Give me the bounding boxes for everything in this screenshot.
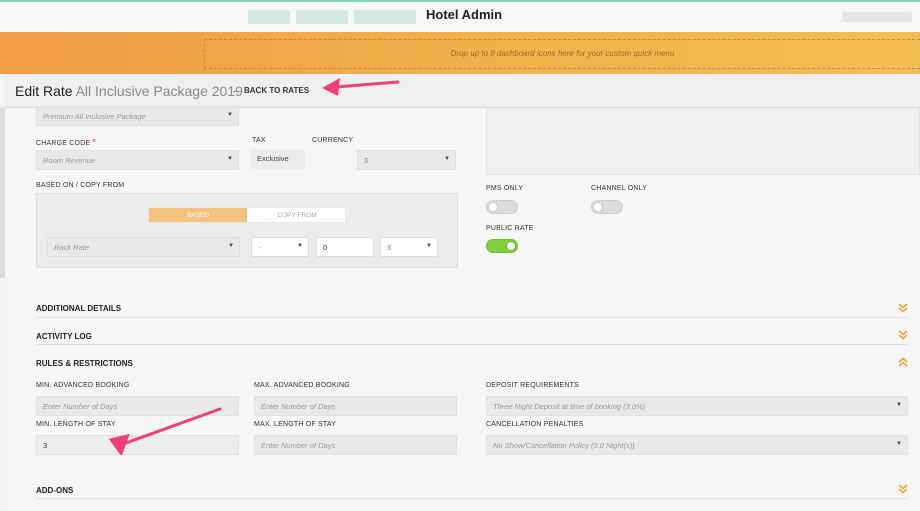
- caret-down-icon: ▼: [426, 243, 432, 249]
- max-advanced-booking-label: MAX. ADVANCED BOOKING: [254, 382, 350, 389]
- package-select-value: Premium All Inclusive Package: [43, 112, 146, 121]
- deposit-requirements-select[interactable]: Three Night Deposit at time of booking (…: [486, 396, 908, 416]
- max-advanced-booking-input[interactable]: Enter Number of Days: [254, 396, 457, 416]
- charge-code-select[interactable]: Room Revenue ▼: [36, 150, 239, 170]
- blurred-logo: [296, 10, 348, 24]
- toggle-knob: [488, 202, 498, 212]
- max-length-of-stay-input[interactable]: Enter Number of Days: [254, 435, 457, 455]
- currency-value: $: [364, 156, 369, 165]
- min-advanced-booking-label: MIN. ADVANCED BOOKING: [36, 382, 130, 389]
- caret-down-icon: ▼: [444, 156, 450, 162]
- charge-code-label-text: CHARGE CODE: [36, 140, 91, 147]
- min-length-of-stay-label: MIN. LENGTH OF STAY: [36, 421, 116, 428]
- min-advanced-booking-input[interactable]: Enter Number of Days: [36, 396, 239, 416]
- chevron-double-down-icon[interactable]: [898, 481, 908, 494]
- rate-description-panel: [486, 108, 920, 175]
- section-activity-log[interactable]: ACTIVITY LOG: [36, 332, 92, 341]
- cancellation-penalties-value: No Show/Cancellation Policy (3.0 Night(s…: [493, 441, 635, 450]
- based-on-label: BASED ON / COPY FROM: [36, 182, 125, 189]
- deposit-requirements-value: Three Night Deposit at time of booking (…: [493, 402, 646, 411]
- currency-label: CURRENCY: [312, 137, 354, 144]
- min-length-of-stay-value: 3: [43, 441, 48, 450]
- back-to-rates-link[interactable]: ← BACK TO RATES: [232, 86, 309, 95]
- chevron-double-down-icon[interactable]: [898, 327, 908, 340]
- public-rate-toggle[interactable]: [486, 239, 518, 253]
- chevron-double-down-icon[interactable]: [898, 300, 908, 313]
- quick-menu-hint: Drop up to 8 dashboard icons here for yo…: [450, 49, 675, 58]
- divider: [36, 317, 908, 318]
- channel-only-label: CHANNEL ONLY: [591, 185, 648, 192]
- operator-value: -: [258, 243, 261, 252]
- min-advanced-booking-placeholder: Enter Number of Days: [43, 402, 118, 411]
- amount-unit-select[interactable]: $ ▼: [380, 237, 438, 257]
- tax-value: Exclusive: [251, 149, 305, 169]
- cancellation-penalties-select[interactable]: No Show/Cancellation Policy (3.0 Night(s…: [486, 435, 908, 455]
- section-additional-details[interactable]: ADDITIONAL DETAILS: [36, 304, 121, 313]
- currency-select[interactable]: $ ▼: [357, 150, 456, 170]
- tax-label: TAX: [252, 137, 266, 144]
- package-select[interactable]: Premium All Inclusive Package ▼: [36, 106, 239, 126]
- max-length-of-stay-placeholder: Enter Number of Days: [261, 441, 336, 450]
- tab-based[interactable]: BASED: [149, 208, 247, 222]
- caret-down-icon: ▼: [896, 441, 902, 447]
- operator-select[interactable]: - ▼: [251, 237, 309, 257]
- divider: [36, 344, 908, 345]
- page-title-subtitle: All Inclusive Package 2019: [75, 83, 243, 99]
- caret-down-icon: ▼: [227, 156, 233, 162]
- caret-down-icon: ▼: [227, 112, 233, 118]
- pms-only-label: PMS ONLY: [486, 185, 524, 192]
- toggle-knob: [506, 241, 516, 251]
- amount-input[interactable]: 0: [316, 237, 374, 257]
- blurred-user-menu[interactable]: [842, 12, 912, 22]
- channel-only-toggle[interactable]: [591, 200, 623, 214]
- quick-menu-dropzone[interactable]: Drop up to 8 dashboard icons here for yo…: [204, 39, 920, 69]
- rack-rate-select[interactable]: Rack Rate ▼: [47, 237, 240, 257]
- toggle-knob: [593, 202, 603, 212]
- charge-code-value: Room Revenue: [43, 156, 96, 165]
- blurred-logo: [354, 10, 416, 24]
- caret-down-icon: ▼: [297, 243, 303, 249]
- section-rules-restrictions[interactable]: RULES & RESTRICTIONS: [36, 359, 133, 368]
- tab-copy-from[interactable]: COPY FROM: [248, 208, 346, 222]
- max-advanced-booking-placeholder: Enter Number of Days: [261, 402, 336, 411]
- chevron-double-up-icon[interactable]: [898, 354, 908, 367]
- blurred-logo: [248, 10, 290, 24]
- page-title: Edit Rate All Inclusive Package 2019: [15, 83, 243, 99]
- caret-down-icon: ▼: [228, 243, 234, 249]
- amount-value: 0: [323, 243, 328, 252]
- top-bar: Hotel Admin: [0, 0, 920, 32]
- charge-code-label: CHARGE CODE *: [36, 137, 96, 147]
- page-title-main: Edit Rate: [15, 83, 73, 99]
- pms-only-toggle[interactable]: [486, 200, 518, 214]
- required-asterisk: *: [92, 137, 97, 147]
- arrow-left-icon: ←: [232, 86, 240, 95]
- min-length-of-stay-input[interactable]: 3: [36, 435, 239, 455]
- max-length-of-stay-label: MAX. LENGTH OF STAY: [254, 421, 337, 428]
- section-add-ons[interactable]: ADD-ONS: [36, 486, 73, 495]
- page-header: Edit Rate All Inclusive Package 2019 ← BAC…: [4, 74, 920, 108]
- app-title: Hotel Admin: [426, 7, 503, 22]
- back-to-rates-label: BACK TO RATES: [244, 86, 310, 95]
- public-rate-label: PUBLIC RATE: [486, 225, 534, 232]
- deposit-requirements-label: DEPOSIT REQUIREMENTS: [486, 382, 579, 389]
- based-on-tabs: BASED COPY FROM: [148, 207, 346, 223]
- rack-rate-value: Rack Rate: [54, 243, 90, 252]
- cancellation-penalties-label: CANCELLATION PENALTIES: [486, 421, 584, 428]
- caret-down-icon: ▼: [896, 402, 902, 408]
- divider: [36, 498, 908, 499]
- tax-value-text: Exclusive: [257, 154, 289, 163]
- amount-unit-value: $: [387, 243, 392, 252]
